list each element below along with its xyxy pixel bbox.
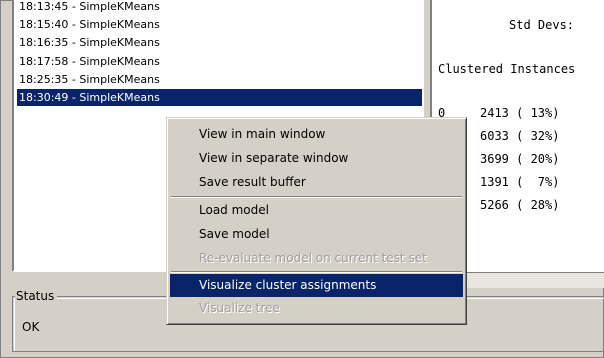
menu-item-visualize-tree: Visualize tree [199,301,280,315]
result-item[interactable]: 18:16:35 - SimpleKMeans [17,34,162,51]
std-devs-label: Std Devs: [509,18,575,32]
menu-item-load-model[interactable]: Load model [170,199,463,222]
menu-item-reevaluate-model: Re-evaluate model on current test set [199,251,427,265]
menu-item-view-separate-window[interactable]: View in separate window [170,147,463,170]
cluster-count: 2413 ( 13%) [480,106,560,120]
menu-item-save-model[interactable]: Save model [170,223,463,246]
menu-item-visualize-cluster-assignments[interactable]: Visualize cluster assignments [170,274,463,297]
status-legend: Status [15,289,58,303]
status-message: OK [22,320,40,334]
cluster-count: 1391 ( 7%) [480,175,560,189]
clustered-instances-heading: Clustered Instances [438,62,576,76]
result-item[interactable]: 18:17:58 - SimpleKMeans [17,53,162,70]
result-item[interactable]: 18:15:40 - SimpleKMeans [17,16,162,33]
cluster-count: 5266 ( 28%) [480,198,560,212]
result-item-selected[interactable]: 18:30:49 - SimpleKMeans [17,89,422,106]
cluster-count: 3699 ( 20%) [480,152,560,166]
result-item[interactable]: 18:13:45 - SimpleKMeans [17,0,162,15]
result-item[interactable]: 18:25:35 - SimpleKMeans [17,71,162,88]
cluster-count: 6033 ( 32%) [480,129,560,143]
menu-separator [171,196,462,198]
result-context-menu: View in main window View in separate win… [166,117,467,325]
menu-separator [171,271,462,273]
menu-item-save-result-buffer[interactable]: Save result buffer [170,171,463,194]
menu-item-view-main-window[interactable]: View in main window [170,123,463,146]
